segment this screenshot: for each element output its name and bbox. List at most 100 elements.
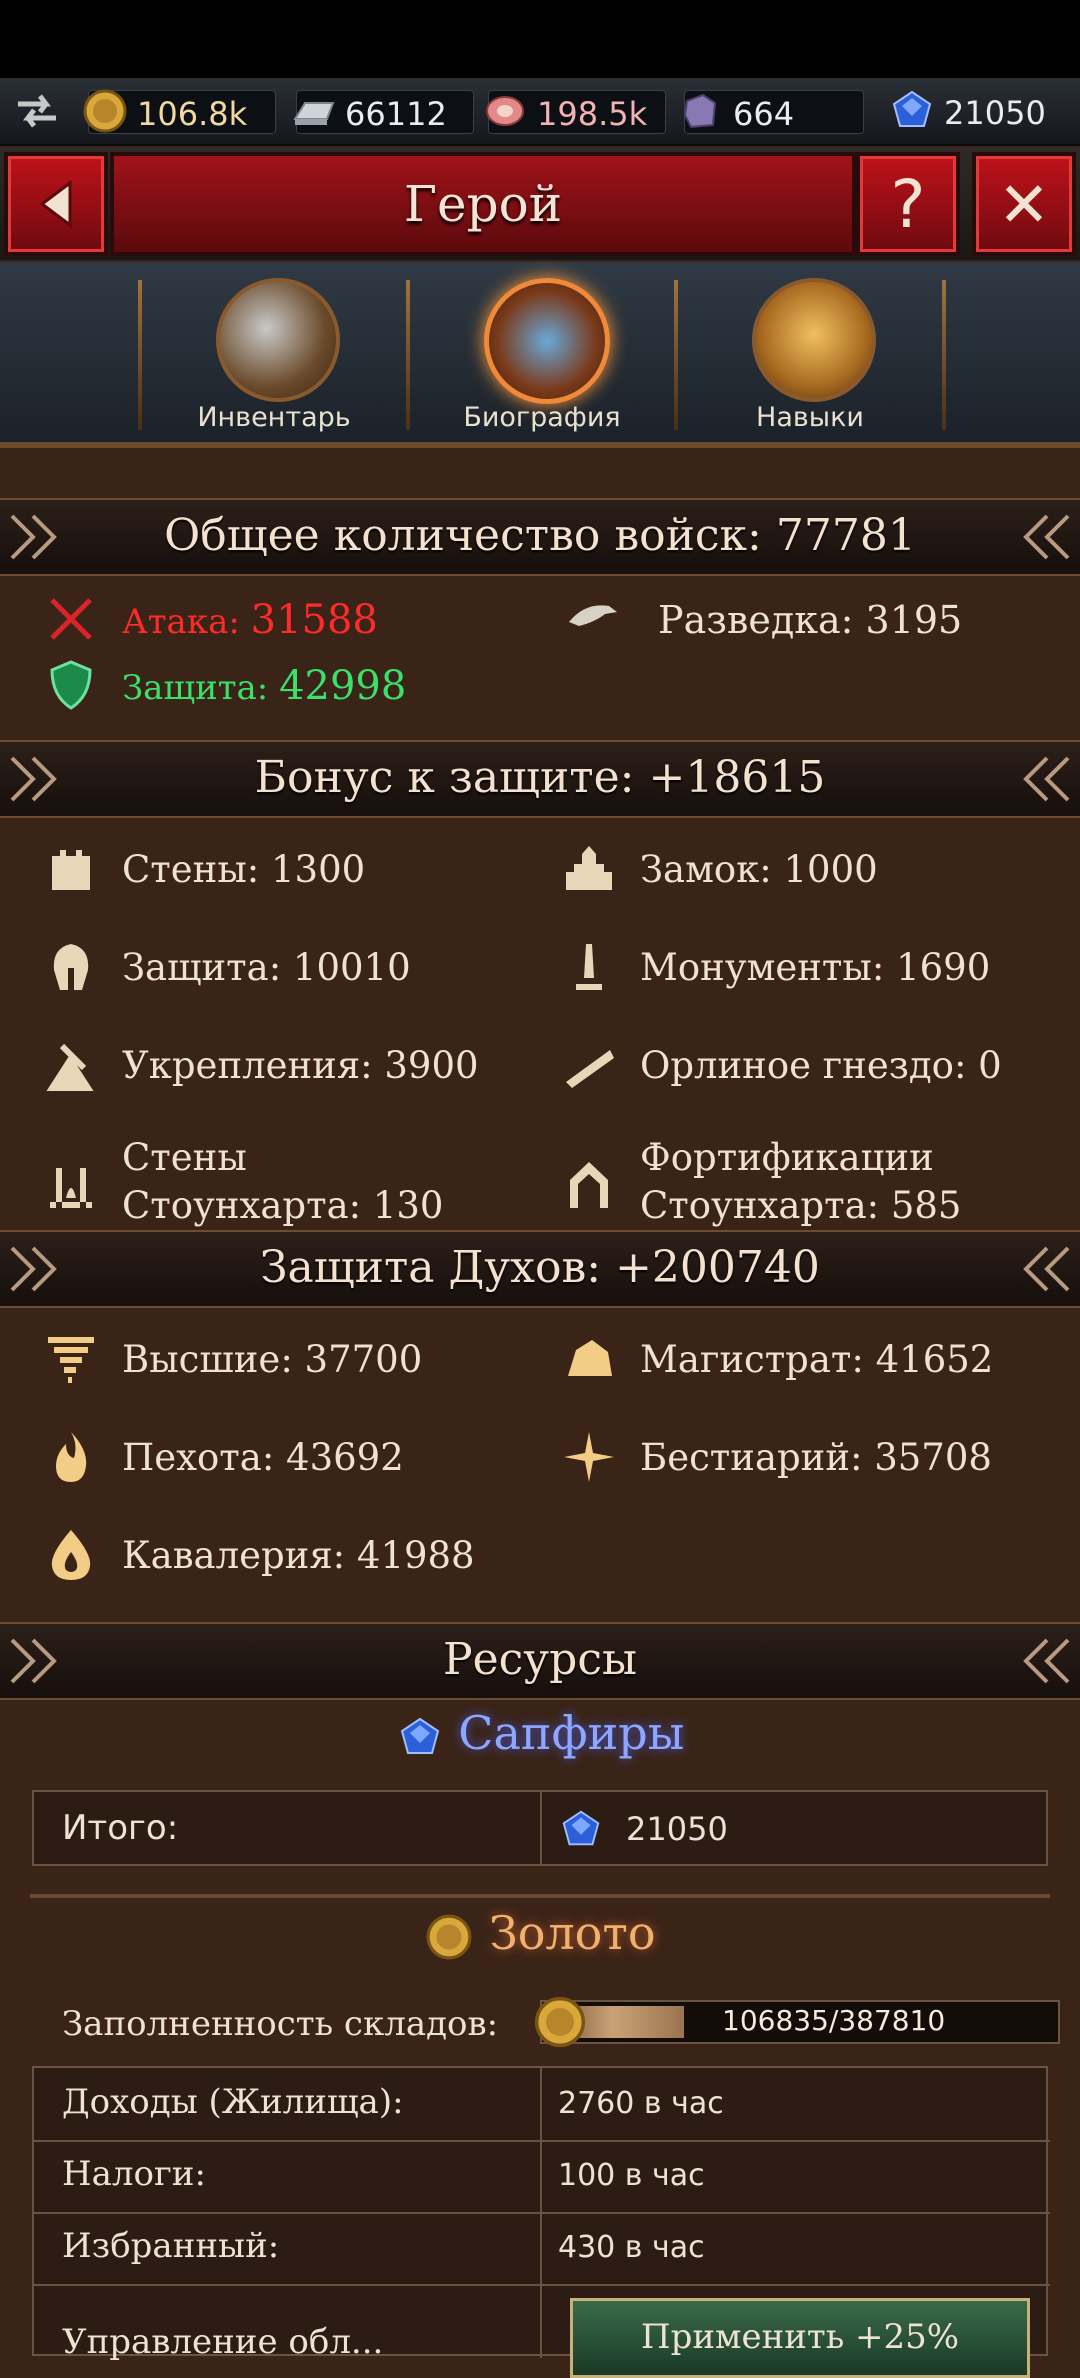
defense-bonus-header: Бонус к защите: +18615 (0, 740, 1080, 818)
tab-skills[interactable]: Навыки (676, 262, 944, 442)
infantry-text: Пехота: 43692 (122, 1436, 404, 1479)
stoneheart-walls-line2: Стоунхарта: 130 (122, 1184, 444, 1227)
stoneheart-fort-line2: Стоунхарта: 585 (640, 1184, 962, 1227)
gold-title: Золото (489, 1906, 656, 1960)
castle-icon (566, 846, 612, 890)
swap-arrows-icon[interactable] (12, 90, 62, 132)
sapphire-counter[interactable]: 21050 (892, 90, 1072, 132)
rock-icon (568, 1340, 612, 1376)
tab-label: Инвентарь (197, 402, 351, 433)
shield-icon (50, 660, 92, 710)
region-management-label: Управление обл... (62, 2322, 384, 2362)
bestiary-text: Бестиарий: 35708 (640, 1436, 992, 1479)
army-total-header: Общее количество войск: 77781 (0, 498, 1080, 576)
spirit-defense-header: Защита Духов: +200740 (0, 1230, 1080, 1308)
status-bar-area (0, 0, 1080, 78)
resources-header: Ресурсы (0, 1622, 1080, 1700)
back-arrow-icon (39, 180, 72, 228)
tab-label: Биография (463, 402, 621, 433)
tab-inventory[interactable]: Инвентарь (140, 262, 408, 442)
title-bar: Герой (110, 152, 856, 256)
income-value: 2760 в час (558, 2086, 724, 2121)
helmet-text: Защита: 10010 (122, 946, 411, 989)
sapphire-icon (892, 90, 932, 127)
gold-income-table: Доходы (Жилища): 2760 в час Налоги: 100 … (32, 2066, 1050, 2378)
meat-icon (486, 96, 524, 126)
knot-ornament-icon (1023, 1246, 1070, 1292)
eagle-icon (569, 605, 617, 626)
food-counter[interactable]: 198.5k (486, 90, 666, 134)
sapphire-value: 21050 (944, 94, 1046, 132)
total-label: Итого: (62, 1808, 179, 1848)
iron-ingot-icon (293, 102, 335, 125)
attack-value: 31588 (250, 597, 378, 643)
help-button[interactable]: ? (856, 152, 960, 256)
knot-ornament-icon (1023, 1638, 1070, 1684)
divider (30, 1894, 1050, 1898)
eagle-nest-text: Орлиное гнездо: 0 (640, 1044, 1002, 1087)
gold-heading: Золото (0, 1906, 1080, 1962)
stoneheart-walls-icon (50, 1168, 92, 1208)
helmet-icon (53, 944, 89, 990)
food-value: 198.5k (537, 95, 648, 133)
magistrate-text: Магистрат: 41652 (640, 1338, 994, 1381)
apply-bonus-button[interactable]: Применить +25% (570, 2298, 1030, 2378)
sapphire-total-table: Итого: 21050 (32, 1790, 1048, 1866)
defense-label: Защита: (122, 668, 280, 708)
taxes-label: Налоги: (62, 2154, 206, 2194)
spyglass-icon (566, 1050, 614, 1088)
army-total-title: Общее количество войск: 77781 (164, 510, 916, 561)
resource-bar: 106.8k 66112 198.5k 664 21050 (0, 78, 1080, 146)
close-button[interactable]: ✕ (972, 152, 1076, 256)
stoneheart-fort-icon (570, 1162, 608, 1208)
monuments-text: Монументы: 1690 (640, 946, 991, 989)
wall-icon (52, 850, 90, 890)
total-value: 21050 (626, 1810, 728, 1848)
income-label: Доходы (Жилища): (62, 2082, 404, 2122)
walls-text: Стены: 1300 (122, 848, 366, 891)
question-icon: ? (890, 165, 926, 243)
stone-counter[interactable]: 664 (683, 90, 864, 134)
gold-value: 106.8k (137, 95, 248, 133)
flame-icon (56, 1432, 87, 1482)
hero-tabs: Инвентарь Биография Навыки (0, 262, 1080, 448)
scouting-text: Разведка: 3195 (658, 598, 963, 642)
defense-value: 42998 (279, 663, 407, 709)
gold-coin-icon (534, 1996, 586, 2048)
back-button[interactable] (4, 152, 108, 256)
monument-icon (576, 944, 602, 990)
tornado-icon (48, 1337, 94, 1383)
higher-text: Высшие: 37700 (122, 1338, 423, 1381)
header: Герой ? ✕ (0, 148, 1080, 260)
books-icon (484, 278, 610, 404)
attack-label: Атака: (122, 602, 251, 642)
stoneheart-walls-line1: Стены (122, 1136, 247, 1179)
apply-bonus-label: Применить +25% (640, 2317, 960, 2357)
stone-icon (683, 93, 717, 129)
drop-icon (51, 1530, 91, 1580)
gold-counter[interactable]: 106.8k (83, 89, 276, 134)
tab-biography[interactable]: Биография (408, 262, 676, 442)
gold-coin-icon (427, 1914, 472, 1960)
owl-book-icon (752, 278, 876, 402)
sapphires-heading: Сапфиры (0, 1706, 1080, 1761)
chosen-label: Избранный: (62, 2226, 280, 2266)
defense-bonus-title: Бонус к защите: +18615 (254, 752, 826, 803)
taxes-value: 100 в час (558, 2158, 705, 2193)
close-icon: ✕ (998, 167, 1050, 241)
knot-ornament-icon (1023, 756, 1070, 802)
fortifications-text: Укрепления: 3900 (122, 1044, 479, 1087)
gold-coin-icon (83, 89, 127, 133)
storage-progress-bar: 106835/387810 (540, 2000, 1060, 2044)
castle-text: Замок: 1000 (640, 848, 878, 891)
sapphire-icon (562, 1810, 600, 1846)
spirit-defense-title: Защита Духов: +200740 (260, 1242, 820, 1293)
sapphires-title: Сапфиры (458, 1706, 685, 1760)
crossed-swords-icon (50, 598, 92, 640)
page-title: Герой (403, 175, 563, 233)
cavalry-text: Кавалерия: 41988 (122, 1534, 475, 1577)
iron-counter[interactable]: 66112 (293, 90, 474, 134)
iron-value: 66112 (345, 95, 447, 133)
storage-value: 106835/387810 (722, 2004, 946, 2037)
knot-ornament-icon (1023, 514, 1070, 560)
